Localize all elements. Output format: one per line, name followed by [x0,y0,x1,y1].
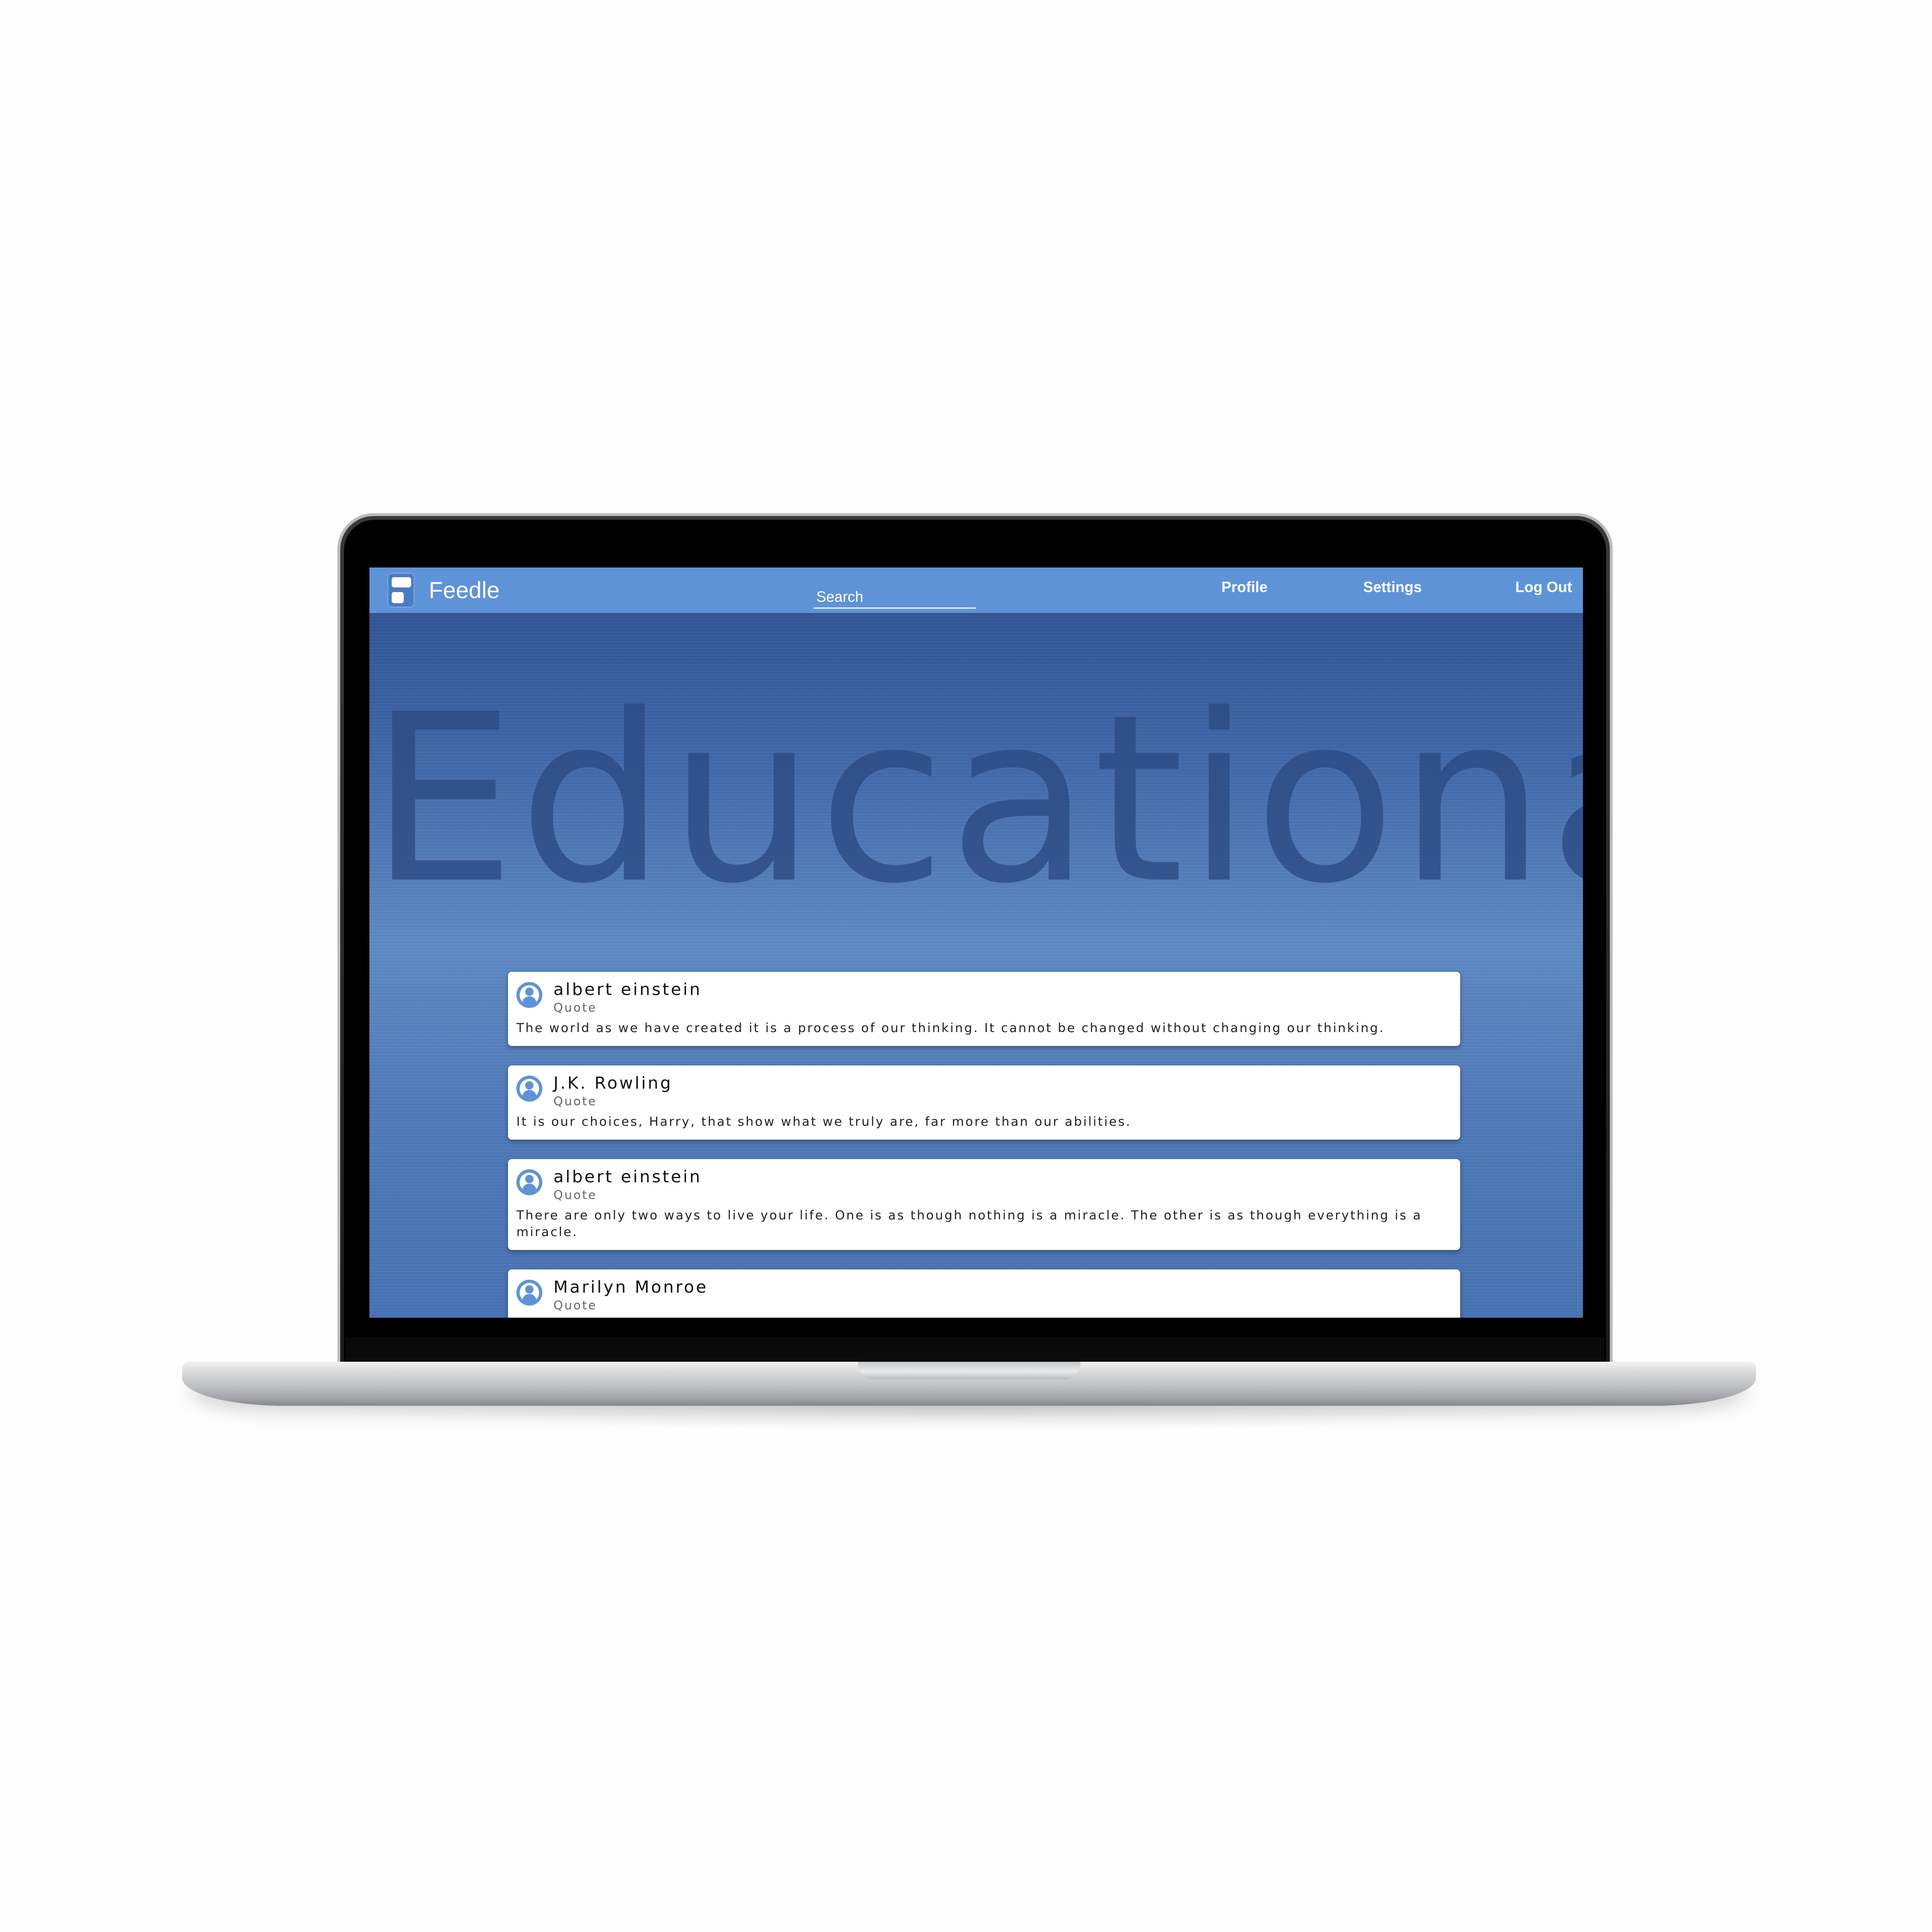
post-author[interactable]: albert einstein [553,979,702,1001]
post-author[interactable]: Marilyn Monroe [553,1277,708,1298]
user-avatar-icon[interactable] [516,1169,542,1195]
post-header: J.K. Rowling Quote [516,1073,1452,1109]
post-type: Quote [553,1095,597,1109]
brand[interactable]: Feedle [387,572,500,608]
post-card[interactable]: albert einstein Quote There are only two… [508,1159,1460,1250]
post-header: albert einstein Quote [516,979,1452,1015]
post-header: Marilyn Monroe Quote [516,1277,1452,1313]
post-card[interactable]: J.K. Rowling Quote It is our choices, Ha… [508,1065,1460,1140]
post-feed: albert einstein Quote The world as we ha… [508,972,1460,1318]
search-box [813,581,976,609]
post-card[interactable]: Marilyn Monroe Quote [508,1269,1460,1318]
laptop-opening-notch [858,1362,1080,1379]
brand-name: Feedle [429,577,500,603]
logo-bar-bottom [392,592,404,603]
user-avatar-icon[interactable] [516,1280,542,1306]
post-meta: albert einstein Quote [553,979,702,1015]
post-type: Quote [553,1299,597,1313]
feedle-logo-icon [387,573,415,608]
search-input[interactable] [813,581,976,606]
post-text: There are only two ways to live your lif… [516,1208,1422,1239]
laptop-shadow [301,1406,1636,1431]
category-title: Educational [369,664,1583,934]
post-author[interactable]: J.K. Rowling [553,1073,673,1094]
top-navbar: Feedle Profile Settings Log Out [369,567,1583,613]
laptop-mockup: Feedle Profile Settings Log Out Educatio… [0,0,1932,1932]
post-meta: J.K. Rowling Quote [553,1073,673,1109]
post-text: The world as we have created it is a pro… [516,1021,1385,1035]
logo-bar-top [392,577,411,587]
app-screen: Feedle Profile Settings Log Out Educatio… [369,567,1583,1318]
user-avatar-icon[interactable] [516,982,542,1008]
laptop-chin [346,1337,1604,1360]
post-meta: albert einstein Quote [553,1167,702,1203]
post-text: It is our choices, Harry, that show what… [516,1115,1131,1129]
nav-logout-link[interactable]: Log Out [1515,579,1572,596]
post-type: Quote [553,1188,597,1202]
post-meta: Marilyn Monroe Quote [553,1277,708,1313]
post-header: albert einstein Quote [516,1167,1452,1203]
nav-settings-link[interactable]: Settings [1363,579,1422,596]
post-type: Quote [553,1001,597,1015]
post-card[interactable]: albert einstein Quote The world as we ha… [508,972,1460,1046]
post-author[interactable]: albert einstein [553,1167,702,1188]
nav-profile-link[interactable]: Profile [1221,579,1268,596]
user-avatar-icon[interactable] [516,1076,542,1102]
